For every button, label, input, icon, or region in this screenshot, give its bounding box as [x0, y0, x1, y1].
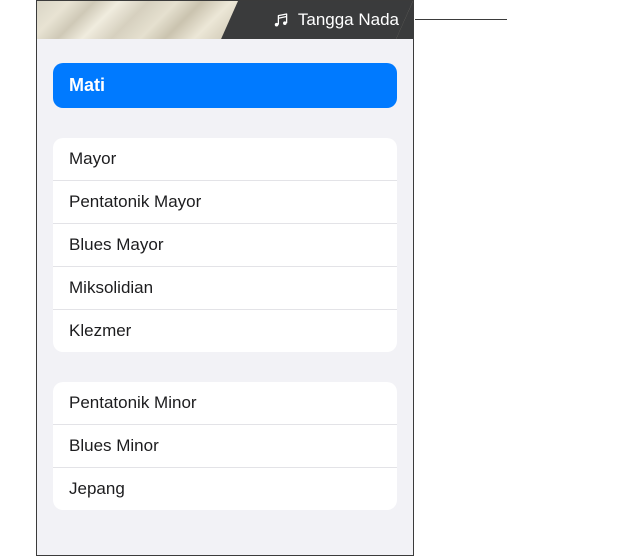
- scale-option[interactable]: Miksolidian: [53, 267, 397, 310]
- callout-line: [415, 19, 507, 20]
- music-notes-icon: [272, 11, 290, 29]
- scale-option[interactable]: Pentatonik Mayor: [53, 181, 397, 224]
- scale-option-label: Pentatonik Mayor: [69, 192, 201, 211]
- scale-button-label: Tangga Nada: [298, 10, 399, 30]
- scale-option-label: Blues Minor: [69, 436, 159, 455]
- app-panel: Tangga Nada Mati Mayor Pentatonik Mayor …: [36, 0, 414, 556]
- scale-option-label: Klezmer: [69, 321, 131, 340]
- scale-option-label: Miksolidian: [69, 278, 153, 297]
- scale-option[interactable]: Blues Minor: [53, 425, 397, 468]
- scale-option[interactable]: Klezmer: [53, 310, 397, 352]
- scale-option[interactable]: Pentatonik Minor: [53, 382, 397, 425]
- scale-option[interactable]: Jepang: [53, 468, 397, 510]
- scale-button[interactable]: Tangga Nada: [238, 1, 413, 39]
- scale-option-label: Mati: [69, 75, 105, 95]
- scale-option[interactable]: Blues Mayor: [53, 224, 397, 267]
- scale-option-label: Blues Mayor: [69, 235, 163, 254]
- scale-option-label: Jepang: [69, 479, 125, 498]
- scale-option-selected[interactable]: Mati: [53, 63, 397, 108]
- scale-list: Mati Mayor Pentatonik Mayor Blues Mayor …: [37, 39, 413, 555]
- scale-option[interactable]: Mayor: [53, 138, 397, 181]
- panel-header: Tangga Nada: [37, 1, 413, 39]
- scale-group-minor: Pentatonik Minor Blues Minor Jepang: [53, 382, 397, 510]
- scale-option-label: Pentatonik Minor: [69, 393, 197, 412]
- scale-group-major: Mayor Pentatonik Mayor Blues Mayor Mikso…: [53, 138, 397, 352]
- scale-option-label: Mayor: [69, 149, 116, 168]
